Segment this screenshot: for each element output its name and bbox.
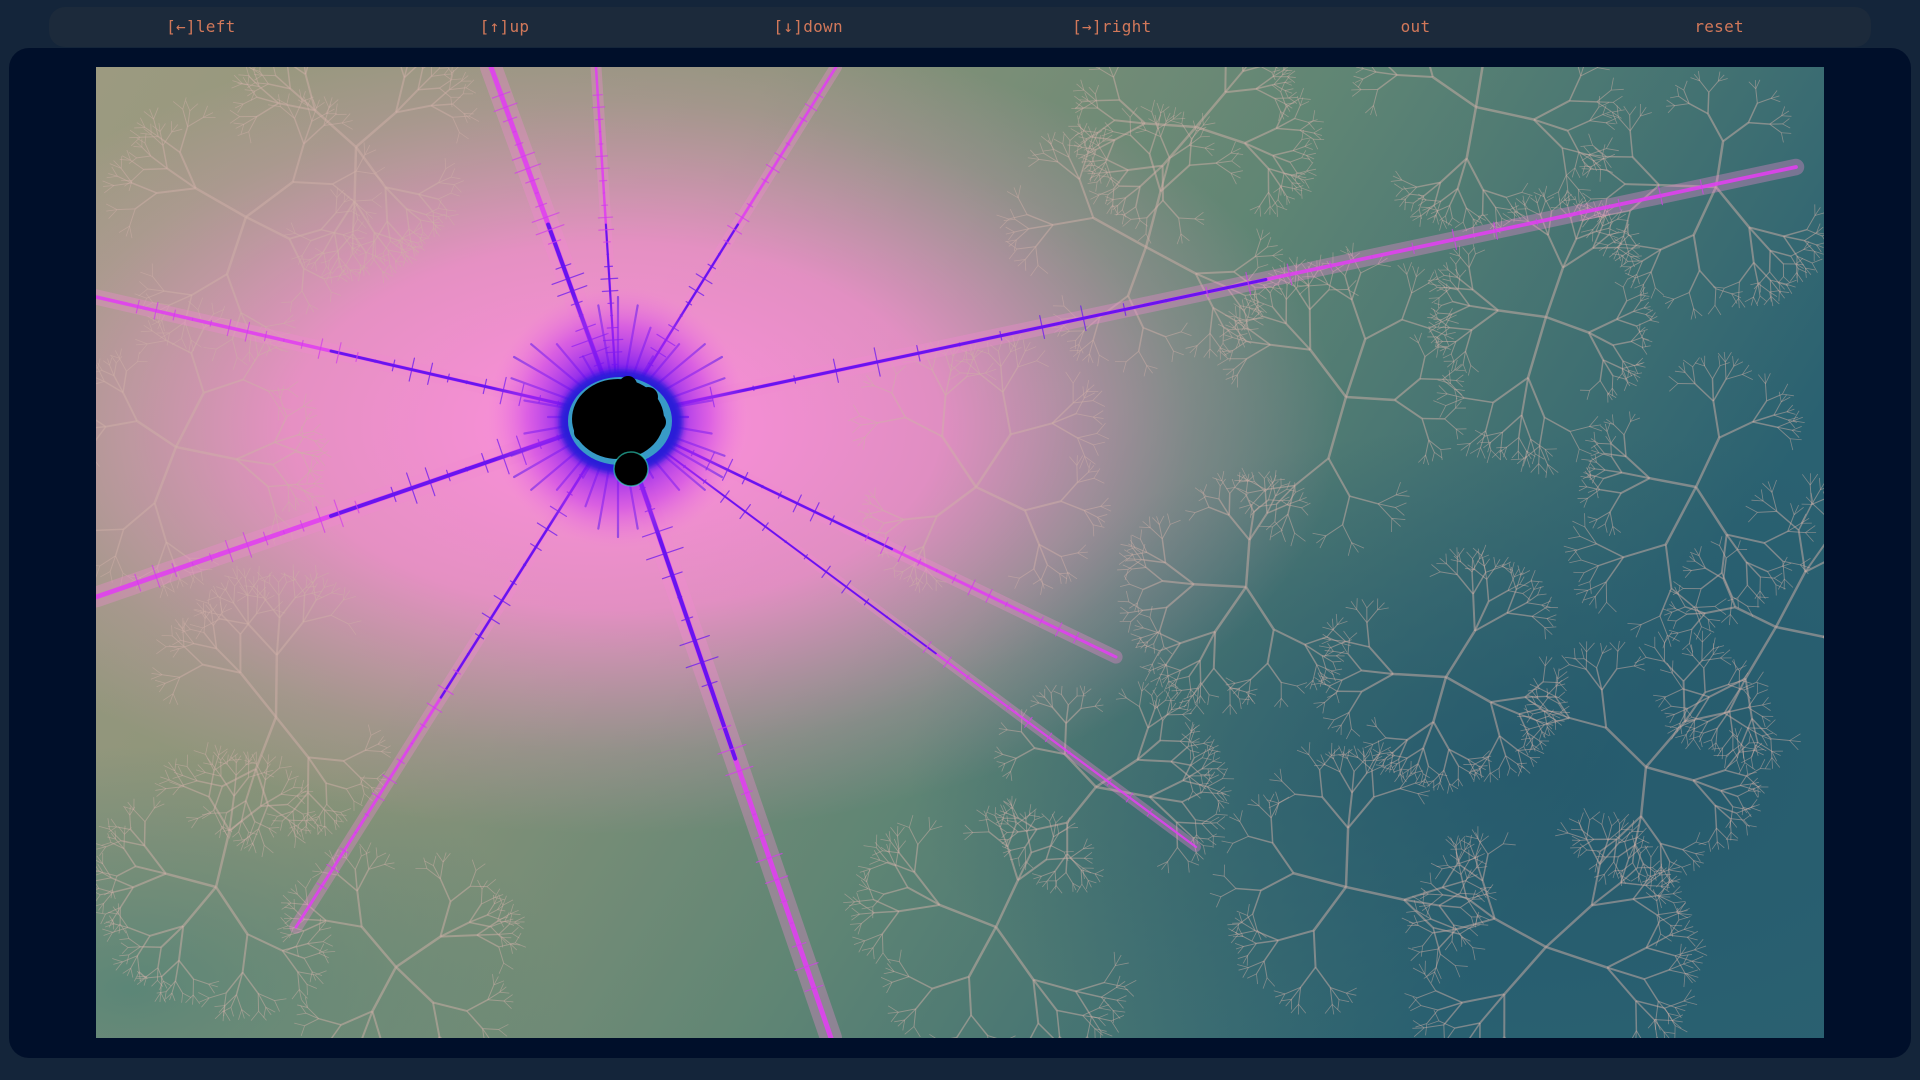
reset-button[interactable]: reset bbox=[1567, 7, 1871, 47]
pan-up-button[interactable]: [↑]up bbox=[353, 7, 657, 47]
zoom-out-button[interactable]: out bbox=[1264, 7, 1568, 47]
fractal-canvas[interactable] bbox=[96, 67, 1824, 1038]
fractal-viewer bbox=[9, 48, 1911, 1058]
navigation-toolbar: [←]left [↑]up [↓]down [→]right out reset bbox=[49, 7, 1871, 47]
pan-down-button[interactable]: [↓]down bbox=[656, 7, 960, 47]
pan-left-button[interactable]: [←]left bbox=[49, 7, 353, 47]
mandelbrot-render bbox=[96, 67, 1824, 1038]
pan-right-button[interactable]: [→]right bbox=[960, 7, 1264, 47]
